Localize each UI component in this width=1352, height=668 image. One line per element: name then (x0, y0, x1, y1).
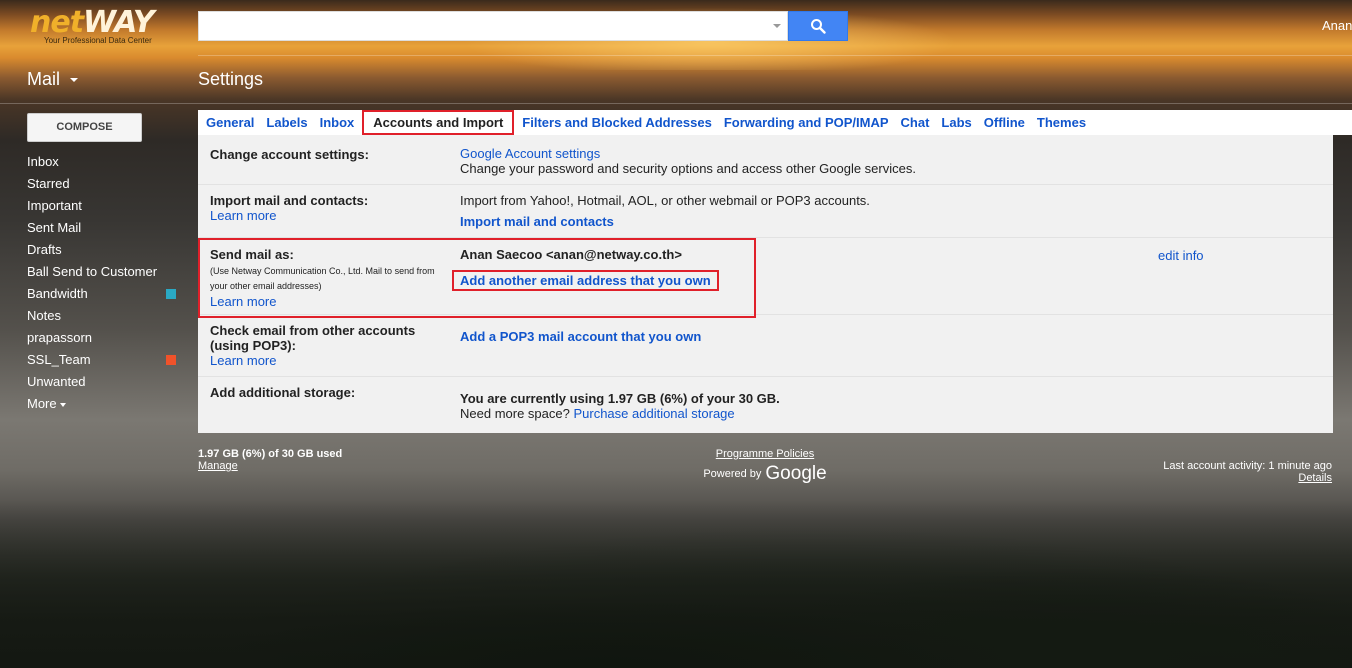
header-divider (198, 55, 1352, 56)
settings-row-change-account: Change account settings: Google Account … (198, 135, 1333, 185)
storage-footer: 1.97 GB (6%) of 30 GB used Manage (198, 448, 342, 472)
sidebar-item-label: Sent Mail (27, 220, 82, 235)
compose-button[interactable]: COMPOSE (27, 113, 142, 142)
sidebar-item-label: prapassorn (27, 330, 93, 345)
subheader-divider (0, 103, 1352, 104)
mail-switcher[interactable]: Mail (27, 69, 79, 90)
sidebar-item-label: SSL_Team (27, 352, 91, 367)
edit-info-link[interactable]: edit info (1158, 248, 1204, 263)
sidebar-item-label: Starred (27, 176, 70, 191)
google-account-settings-link[interactable]: Google Account settings (460, 146, 600, 161)
settings-row-check-email: Check email from other accounts (using P… (198, 315, 1333, 377)
programme-policies-link[interactable]: Programme Policies (716, 448, 814, 460)
netway-logo[interactable]: netWAY Your Professional Data Center (30, 8, 170, 48)
tab-filters-and-blocked-addresses[interactable]: Filters and Blocked Addresses (516, 110, 718, 135)
sidebar-item-label: Bandwidth (27, 286, 88, 301)
storage-used-text: 1.97 GB (6%) of 30 GB used (198, 448, 343, 460)
sidebar-item-label: More (27, 396, 57, 411)
row-label: Change account settings: (210, 147, 369, 162)
sidebar-item-label: Inbox (27, 154, 59, 169)
storage-usage-text: You are currently using 1.97 GB (6%) of … (460, 391, 780, 406)
sidebar-item-important[interactable]: Important (27, 195, 182, 217)
tab-general[interactable]: General (200, 110, 260, 135)
background-forest (0, 500, 1352, 668)
sidebar-item-label: Unwanted (27, 374, 86, 389)
manage-storage-link[interactable]: Manage (198, 460, 238, 472)
send-mail-as-note: (Use Netway Communication Co., Ltd. Mail… (210, 266, 435, 291)
need-more-space-text: Need more space? (460, 406, 570, 421)
tab-forwarding-and-pop-imap[interactable]: Forwarding and POP/IMAP (718, 110, 895, 135)
learn-more-link[interactable]: Learn more (210, 208, 276, 223)
logo-main-text: net (30, 5, 84, 40)
settings-tabs: General Labels Inbox Accounts and Import… (198, 110, 1352, 135)
tab-themes[interactable]: Themes (1031, 110, 1092, 135)
label-color-swatch[interactable] (166, 289, 176, 299)
label-color-swatch[interactable] (166, 355, 176, 365)
account-activity: Last account activity: 1 minute ago Deta… (1163, 460, 1332, 484)
learn-more-link[interactable]: Learn more (210, 294, 276, 309)
sidebar-item-label: Important (27, 198, 82, 213)
page-title: Settings (198, 69, 264, 89)
footer-center: Programme Policies Powered by Google (700, 448, 830, 485)
send-as-identity: Anan Saecoo <anan@netway.co.th> (460, 247, 682, 262)
sidebar-item-sent-mail[interactable]: Sent Mail (27, 217, 182, 239)
tab-inbox[interactable]: Inbox (314, 110, 361, 135)
chevron-down-icon (59, 402, 66, 407)
settings-panel: Change account settings: Google Account … (198, 135, 1333, 433)
settings-row-storage: Add additional storage: You are currentl… (198, 377, 1333, 433)
logo-tagline: Your Professional Data Center (44, 36, 152, 45)
sidebar-item-label: Notes (27, 308, 61, 323)
sidebar-item-drafts[interactable]: Drafts (27, 239, 182, 261)
purchase-storage-link[interactable]: Purchase additional storage (573, 406, 734, 421)
sidebar-item-more[interactable]: More (27, 393, 182, 415)
tab-labs[interactable]: Labs (935, 110, 977, 135)
settings-row-send-mail-as: Send mail as: (Use Netway Communication … (198, 238, 1333, 315)
search-input[interactable] (199, 12, 759, 40)
tab-labels[interactable]: Labels (260, 110, 313, 135)
logo-accent-text: WAY (83, 5, 155, 40)
sidebar-item-label: Drafts (27, 242, 62, 257)
powered-by-text: Powered by (703, 468, 762, 480)
add-another-email-address-link[interactable]: Add another email address that you own (452, 270, 719, 291)
google-logo: Google (765, 463, 827, 484)
add-pop3-account-link[interactable]: Add a POP3 mail account that you own (460, 329, 701, 344)
import-mail-and-contacts-link[interactable]: Import mail and contacts (460, 214, 614, 229)
row-label: Check email from other accounts (using P… (210, 323, 416, 353)
search-box (198, 11, 788, 41)
sidebar-item-notes[interactable]: Notes (27, 305, 182, 327)
sidebar-item-label: Ball Send to Customer (27, 264, 158, 279)
sidebar-item-ball-send-to-customer[interactable]: Ball Send to Customer (27, 261, 182, 283)
row-description: Change your password and security option… (460, 161, 916, 176)
tab-accounts-and-import[interactable]: Accounts and Import (362, 110, 515, 135)
search-options-icon[interactable] (773, 24, 781, 28)
sidebar-nav: Inbox Starred Important Sent Mail Drafts… (27, 151, 182, 415)
account-name[interactable]: Anan (1322, 18, 1352, 33)
tab-chat[interactable]: Chat (895, 110, 936, 135)
sidebar-item-prapassorn[interactable]: prapassorn (27, 327, 182, 349)
row-label: Add additional storage: (210, 385, 356, 400)
sidebar-item-bandwidth[interactable]: Bandwidth (27, 283, 182, 305)
row-label: Import mail and contacts: (210, 193, 369, 208)
row-description: Import from Yahoo!, Hotmail, AOL, or oth… (460, 193, 870, 208)
settings-row-import-mail: Import mail and contacts: Learn more Imp… (198, 185, 1333, 238)
search-button[interactable] (788, 11, 848, 41)
sidebar-item-starred[interactable]: Starred (27, 173, 182, 195)
sidebar-item-inbox[interactable]: Inbox (27, 151, 182, 173)
learn-more-link[interactable]: Learn more (210, 353, 276, 368)
row-label: Send mail as: (210, 247, 294, 262)
mail-label: Mail (27, 69, 61, 89)
sidebar-item-unwanted[interactable]: Unwanted (27, 371, 182, 393)
sidebar-item-ssl-team[interactable]: SSL_Team (27, 349, 182, 371)
search-icon (811, 19, 826, 34)
activity-details-link[interactable]: Details (1298, 472, 1332, 484)
tab-offline[interactable]: Offline (978, 110, 1031, 135)
chevron-down-icon (70, 77, 79, 82)
last-activity-text: Last account activity: 1 minute ago (1163, 460, 1332, 472)
